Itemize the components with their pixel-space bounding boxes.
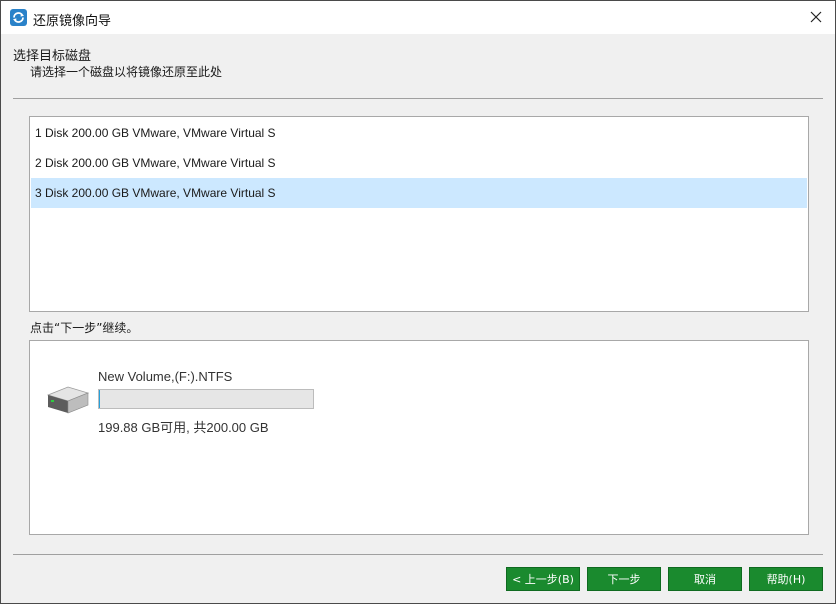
restore-wizard-icon bbox=[10, 9, 27, 26]
footer-divider bbox=[13, 554, 823, 555]
back-button[interactable]: < 上一步(B) bbox=[506, 567, 580, 591]
volume-usage-bar bbox=[98, 389, 314, 409]
disk-row-3[interactable]: 3 Disk 200.00 GB VMware, VMware Virtual … bbox=[31, 178, 807, 208]
cancel-button[interactable]: 取消 bbox=[668, 567, 742, 591]
title-bar: 还原镜像向导 bbox=[1, 1, 835, 34]
volume-name: New Volume,(F:).NTFS bbox=[98, 369, 233, 384]
volume-size: 199.88 GB可用, 共200.00 GB bbox=[98, 420, 269, 435]
window-title: 还原镜像向导 bbox=[33, 14, 112, 29]
disk-list[interactable]: 1 Disk 200.00 GB VMware, VMware Virtual … bbox=[29, 116, 809, 312]
volume-detail-panel: New Volume,(F:).NTFS 199.88 GB可用, 共200.0… bbox=[29, 340, 809, 535]
close-icon bbox=[810, 11, 822, 23]
page-heading: 选择目标磁盘 bbox=[13, 49, 92, 64]
help-button[interactable]: 帮助(H) bbox=[749, 567, 823, 591]
next-hint: 点击“下一步”继续。 bbox=[30, 321, 139, 335]
next-button[interactable]: 下一步 bbox=[587, 567, 661, 591]
disk-row-1[interactable]: 1 Disk 200.00 GB VMware, VMware Virtual … bbox=[31, 118, 807, 148]
hard-drive-icon bbox=[46, 379, 90, 419]
close-button[interactable] bbox=[803, 5, 829, 29]
page-subheading: 请选择一个磁盘以将镜像还原至此处 bbox=[30, 65, 223, 79]
header-divider bbox=[13, 98, 823, 99]
disk-row-2[interactable]: 2 Disk 200.00 GB VMware, VMware Virtual … bbox=[31, 148, 807, 178]
restore-image-wizard-window: 还原镜像向导 选择目标磁盘 请选择一个磁盘以将镜像还原至此处 1 Disk 20… bbox=[0, 0, 836, 604]
